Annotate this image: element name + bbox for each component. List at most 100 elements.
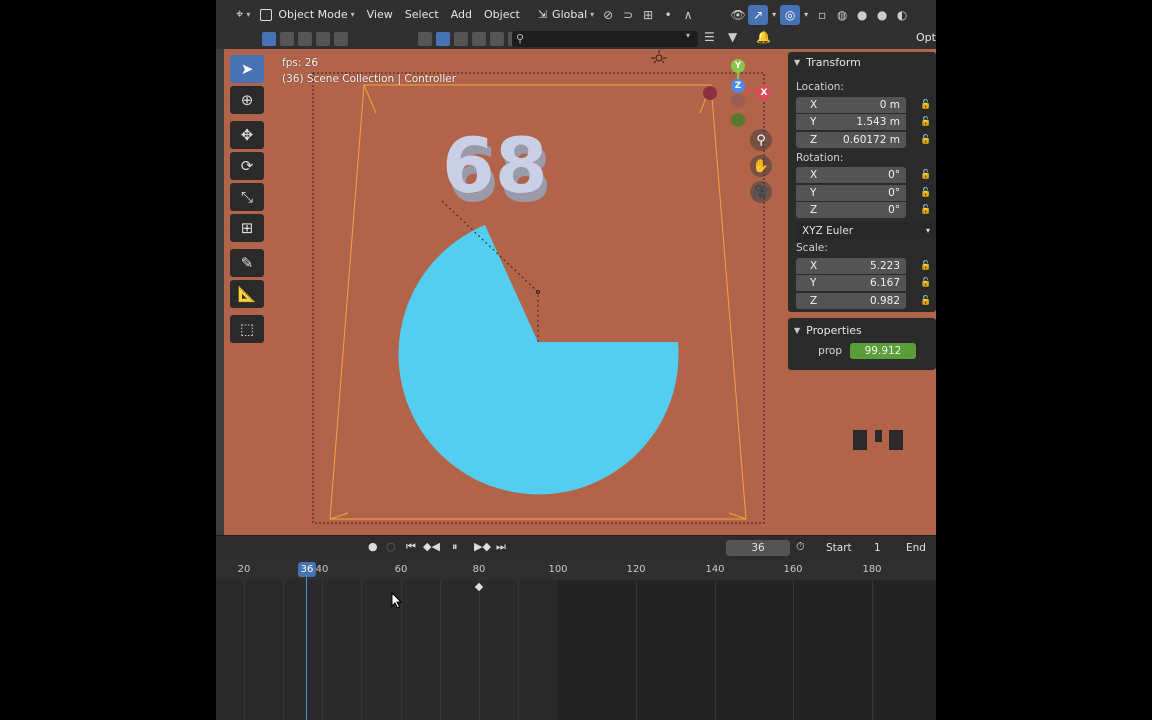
field-value: 0° xyxy=(888,204,900,217)
playhead-line[interactable] xyxy=(306,575,307,720)
transform-panel-header[interactable]: ▼ Transform xyxy=(788,52,936,72)
orientation-dropdown[interactable]: ⇲ Global ▾ xyxy=(534,4,598,26)
pivot-icon[interactable]: ⊘ xyxy=(598,5,618,25)
rendered-shading-icon[interactable]: ◐ xyxy=(892,5,912,25)
playhead-frame-badge[interactable]: 36 xyxy=(298,562,316,577)
chevron-down-icon[interactable]: ▾ xyxy=(800,5,812,25)
lock-icon[interactable]: 🔓 xyxy=(920,261,931,271)
gizmo-axis-neg-x[interactable] xyxy=(703,86,717,100)
gizmo-toggle-icon[interactable]: ↗ xyxy=(748,4,769,25)
cursor-tool-button[interactable]: ⊕ xyxy=(230,86,264,114)
options-button[interactable]: Opti xyxy=(916,31,936,44)
wireframe-shading-icon[interactable]: ◍ xyxy=(832,5,852,25)
editor-type-button[interactable]: ⌖ ▾ xyxy=(232,4,254,26)
snap-icon[interactable]: ⊃ xyxy=(618,5,638,25)
select-extend-icon[interactable] xyxy=(280,32,294,46)
stopwatch-icon[interactable]: ⏱ xyxy=(796,540,805,554)
chevron-down-icon[interactable]: ▾ xyxy=(686,31,690,40)
chevron-down-icon: ▾ xyxy=(590,10,595,19)
lock-icon[interactable]: 🔓 xyxy=(920,188,931,198)
record-options-icon[interactable]: ○ xyxy=(386,540,396,553)
jump-start-icon[interactable]: ⏮ xyxy=(406,540,416,554)
transform-tool-button[interactable]: ⊞ xyxy=(230,214,264,242)
grid-line xyxy=(793,580,794,720)
scale-x-field[interactable]: X 5.223 xyxy=(796,257,906,274)
rotation-z-field[interactable]: Z 0° xyxy=(796,202,906,219)
timeline-ruler[interactable]: 20 40 60 80 100 120 140 160 180 36 xyxy=(216,560,936,580)
rotate-tool-button[interactable]: ⟳ xyxy=(230,152,264,180)
filter-object-icon[interactable] xyxy=(436,32,450,46)
notification-bell-icon[interactable]: 🔔 xyxy=(756,30,771,44)
axis-label: X xyxy=(810,259,818,272)
gizmo-axis-x[interactable]: X xyxy=(757,86,771,100)
mode-dropdown[interactable]: Object Mode ▾ xyxy=(254,4,360,26)
measure-tool-button[interactable]: 📐 xyxy=(230,280,264,308)
add-cube-tool-button[interactable]: ⬚ xyxy=(230,315,264,343)
lock-icon[interactable]: 🔓 xyxy=(920,278,931,288)
lock-icon[interactable]: 🔓 xyxy=(920,135,931,145)
select-box-mode-icon[interactable] xyxy=(262,32,276,46)
select-subtract-icon[interactable] xyxy=(298,32,312,46)
properties-panel-header[interactable]: ▼ Properties xyxy=(788,318,936,338)
list-view-icon[interactable]: ☰ xyxy=(704,30,715,44)
field-value: 0.60172 m xyxy=(843,133,900,146)
jump-end-icon[interactable]: ⏭ xyxy=(496,540,506,554)
jump-prev-keyframe-icon[interactable]: ◆◀ xyxy=(423,540,440,553)
filter-world-icon[interactable] xyxy=(472,32,486,46)
menu-select[interactable]: Select xyxy=(399,4,445,26)
gizmo-axis-y[interactable]: Y xyxy=(731,59,745,73)
lock-icon[interactable]: 🔓 xyxy=(920,100,931,110)
rotation-x-field[interactable]: X 0° xyxy=(796,167,906,184)
lock-icon[interactable]: 🔓 xyxy=(920,170,931,180)
lock-icon[interactable]: 🔓 xyxy=(920,296,931,306)
select-invert-icon[interactable] xyxy=(316,32,330,46)
filter-texture-icon[interactable] xyxy=(490,32,504,46)
current-frame-field[interactable]: 36 xyxy=(726,540,790,556)
falloff-icon[interactable]: ∧ xyxy=(678,5,698,25)
overlay-toggle-icon[interactable]: ◎ xyxy=(780,4,801,25)
ruler-label: 180 xyxy=(862,564,882,575)
xray-icon[interactable]: ▫ xyxy=(812,5,832,25)
visibility-icon[interactable]: 👁 xyxy=(728,5,748,25)
chevron-down-icon: ▼ xyxy=(794,57,801,67)
snap-grid-icon[interactable]: ⊞ xyxy=(638,5,658,25)
scale-z-field[interactable]: Z 0.982 xyxy=(796,292,906,309)
location-z-field[interactable]: Z 0.60172 m xyxy=(796,131,906,148)
filter-mesh-icon[interactable] xyxy=(418,32,432,46)
zoom-icon[interactable]: ⚲ xyxy=(750,129,772,151)
rotation-mode-dropdown[interactable]: XYZ Euler ▾ xyxy=(796,222,936,239)
filter-icon[interactable]: ▼ xyxy=(728,30,737,44)
gizmo-axis-z[interactable]: Z xyxy=(731,79,745,93)
menu-add[interactable]: Add xyxy=(445,4,478,26)
pan-hand-icon[interactable]: ✋ xyxy=(750,155,772,177)
lock-icon[interactable]: 🔓 xyxy=(920,117,931,127)
camera-view-icon[interactable]: 🎥 xyxy=(750,181,772,203)
scale-y-field[interactable]: Y 6.167 xyxy=(796,275,906,292)
menu-view[interactable]: View xyxy=(361,4,399,26)
rotation-y-field[interactable]: Y 0° xyxy=(796,184,906,201)
proportional-edit-icon[interactable]: • xyxy=(658,5,678,25)
filter-material-icon[interactable] xyxy=(454,32,468,46)
jump-next-keyframe-icon[interactable]: ▶◆ xyxy=(474,540,491,553)
search-input[interactable]: ⚲ xyxy=(512,31,698,47)
select-intersect-icon[interactable] xyxy=(334,32,348,46)
lock-icon[interactable]: 🔓 xyxy=(920,205,931,215)
material-shading-icon[interactable]: ● xyxy=(872,5,892,25)
menu-object[interactable]: Object xyxy=(478,4,526,26)
location-y-field[interactable]: Y 1.543 m xyxy=(796,114,906,131)
timeline-area[interactable] xyxy=(216,580,936,720)
annotate-tool-button[interactable]: ✎ xyxy=(230,249,264,277)
gizmo-axis-neg-z[interactable] xyxy=(731,94,745,108)
location-x-field[interactable]: X 0 m xyxy=(796,96,906,113)
select-tool-button[interactable]: ➤ xyxy=(230,55,264,83)
move-tool-button[interactable]: ✥ xyxy=(230,121,264,149)
pause-icon[interactable]: ⏸ xyxy=(452,540,458,554)
solid-shading-icon[interactable]: ● xyxy=(852,5,872,25)
start-value[interactable]: 1 xyxy=(874,542,881,554)
prop-value-field[interactable]: 99.912 xyxy=(850,343,916,359)
gizmo-axis-neg-y[interactable] xyxy=(731,113,745,127)
chevron-down-icon[interactable]: ▾ xyxy=(768,5,780,25)
record-icon[interactable]: ● xyxy=(368,540,378,553)
scale-tool-button[interactable]: ⤡ xyxy=(230,183,264,211)
chevron-down-icon: ▾ xyxy=(246,10,251,19)
